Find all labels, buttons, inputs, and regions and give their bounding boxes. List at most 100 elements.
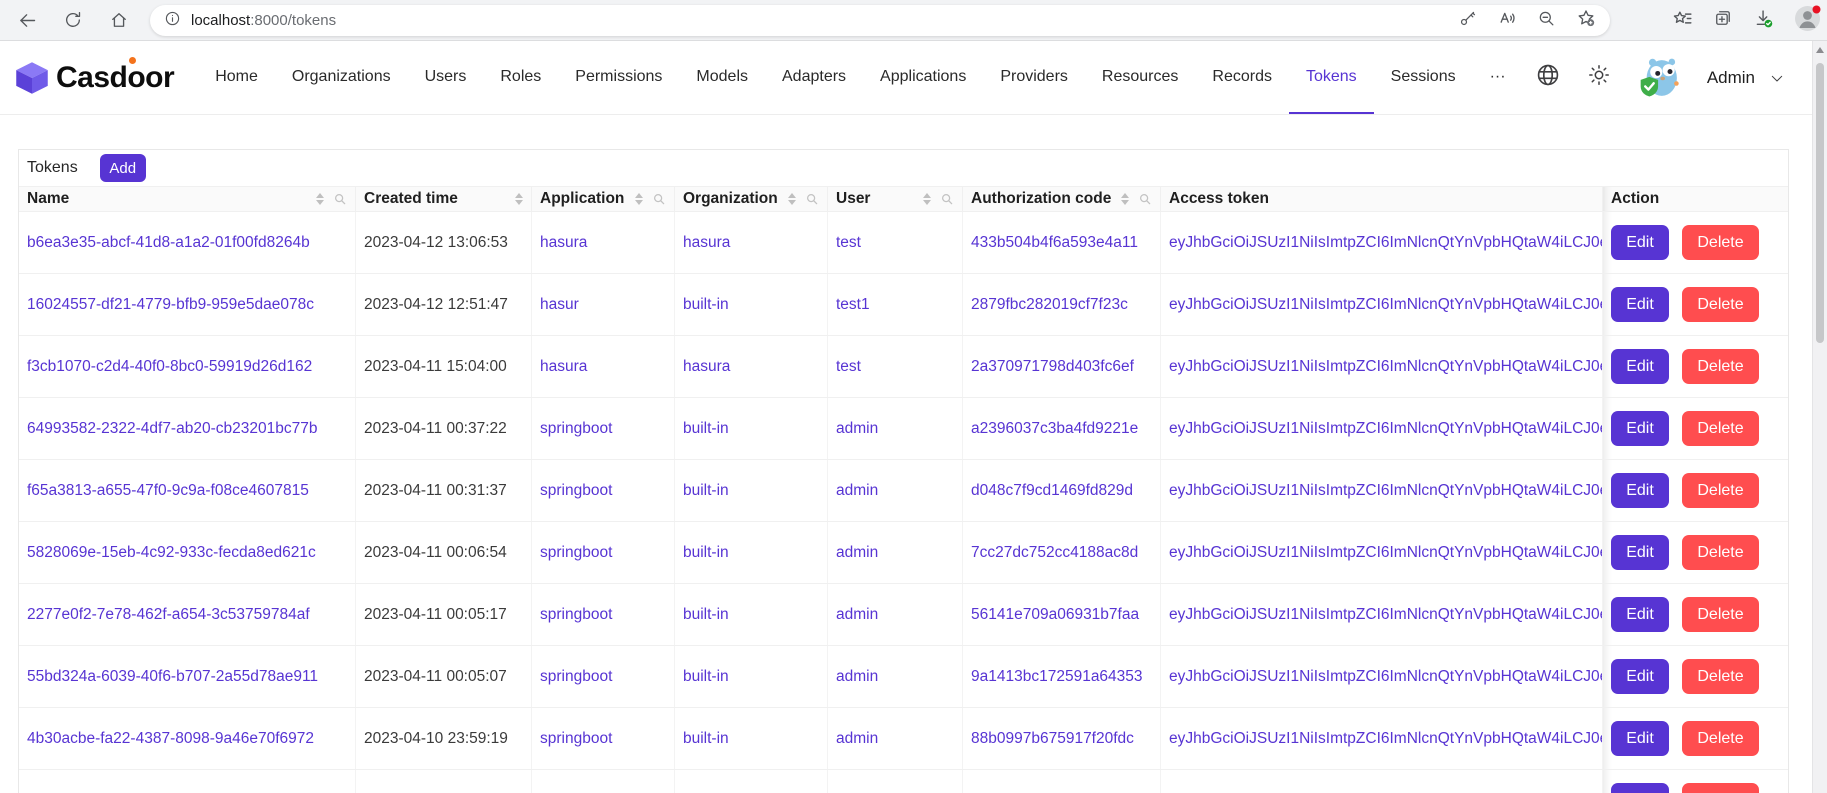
application-link[interactable]: hasura bbox=[540, 358, 587, 376]
application-link[interactable]: springboot bbox=[540, 606, 612, 624]
nav-item-more[interactable]: ··· bbox=[1473, 41, 1523, 114]
delete-button[interactable]: Delete bbox=[1682, 411, 1759, 446]
collections-icon[interactable] bbox=[1713, 8, 1733, 33]
access-token-link[interactable]: eyJhbGciOiJSUzI1NiIsImtpZCI6ImNlcnQtYnVp… bbox=[1169, 668, 1603, 686]
add-button[interactable]: Add bbox=[100, 154, 146, 182]
authorization-code-link[interactable]: d048c7f9cd1469fd829d bbox=[971, 482, 1133, 500]
delete-button[interactable]: Delete bbox=[1682, 659, 1759, 694]
nav-item-applications[interactable]: Applications bbox=[863, 41, 983, 114]
sort-icon[interactable] bbox=[515, 193, 523, 205]
delete-button[interactable]: Delete bbox=[1682, 783, 1759, 793]
edit-button[interactable]: Edit bbox=[1611, 535, 1669, 570]
nav-item-records[interactable]: Records bbox=[1195, 41, 1289, 114]
user-link[interactable]: admin bbox=[836, 606, 878, 624]
sort-icon[interactable] bbox=[316, 193, 324, 205]
delete-button[interactable]: Delete bbox=[1682, 535, 1759, 570]
user-link[interactable]: test1 bbox=[836, 296, 870, 314]
search-icon[interactable] bbox=[652, 192, 666, 206]
nav-item-adapters[interactable]: Adapters bbox=[765, 41, 863, 114]
user-avatar[interactable] bbox=[1637, 56, 1681, 100]
search-icon[interactable] bbox=[1138, 192, 1152, 206]
sort-icon[interactable] bbox=[635, 193, 643, 205]
refresh-icon[interactable] bbox=[58, 5, 88, 35]
application-link[interactable]: springboot bbox=[540, 544, 612, 562]
search-icon[interactable] bbox=[940, 192, 954, 206]
edit-button[interactable]: Edit bbox=[1611, 411, 1669, 446]
edit-button[interactable]: Edit bbox=[1611, 225, 1669, 260]
edit-button[interactable]: Edit bbox=[1611, 597, 1669, 632]
user-link[interactable]: admin bbox=[836, 668, 878, 686]
favorites-bar-icon[interactable] bbox=[1672, 8, 1693, 34]
column-header-user[interactable]: User bbox=[828, 187, 963, 211]
authorization-code-link[interactable]: 9a1413bc172591a64353 bbox=[971, 668, 1143, 686]
application-link[interactable]: hasur bbox=[540, 296, 579, 314]
nav-item-providers[interactable]: Providers bbox=[983, 41, 1085, 114]
delete-button[interactable]: Delete bbox=[1682, 597, 1759, 632]
password-key-icon[interactable] bbox=[1458, 9, 1477, 33]
access-token-link[interactable]: eyJhbGciOiJSUzI1NiIsImtpZCI6ImNlcnQtYnVp… bbox=[1169, 482, 1603, 500]
organization-link[interactable]: built-in bbox=[683, 606, 729, 624]
access-token-link[interactable]: eyJhbGciOiJSUzI1NiIsImtpZCI6ImNlcnQtYnVp… bbox=[1169, 234, 1603, 252]
user-link[interactable]: admin bbox=[836, 730, 878, 748]
nav-item-home[interactable]: Home bbox=[198, 41, 275, 114]
scrollbar-thumb[interactable] bbox=[1816, 63, 1824, 343]
back-icon[interactable] bbox=[12, 5, 42, 35]
nav-item-permissions[interactable]: Permissions bbox=[558, 41, 679, 114]
application-link[interactable]: springboot bbox=[540, 482, 612, 500]
token-name-link[interactable]: f65a3813-a655-47f0-9c9a-f08ce4607815 bbox=[27, 482, 309, 500]
authorization-code-link[interactable]: 433b504b4f6a593e4a11 bbox=[971, 234, 1138, 252]
application-link[interactable]: springboot bbox=[540, 420, 612, 438]
user-link[interactable]: test bbox=[836, 358, 861, 376]
column-header-organization[interactable]: Organization bbox=[675, 187, 828, 211]
organization-link[interactable]: built-in bbox=[683, 482, 729, 500]
access-token-link[interactable]: eyJhbGciOiJSUzI1NiIsImtpZCI6ImNlcnQtYnVp… bbox=[1169, 420, 1603, 438]
nav-item-organizations[interactable]: Organizations bbox=[275, 41, 408, 114]
organization-link[interactable]: hasura bbox=[683, 234, 730, 252]
organization-link[interactable]: built-in bbox=[683, 730, 729, 748]
organization-link[interactable]: hasura bbox=[683, 358, 730, 376]
token-name-link[interactable]: f3cb1070-c2d4-40f0-8bc0-59919d26d162 bbox=[27, 358, 312, 376]
user-link[interactable]: admin bbox=[836, 482, 878, 500]
organization-link[interactable]: built-in bbox=[683, 420, 729, 438]
authorization-code-link[interactable]: 56141e709a06931b7faa bbox=[971, 606, 1139, 624]
search-icon[interactable] bbox=[333, 192, 347, 206]
delete-button[interactable]: Delete bbox=[1682, 721, 1759, 756]
nav-item-sessions[interactable]: Sessions bbox=[1374, 41, 1473, 114]
site-info-icon[interactable] bbox=[164, 10, 181, 32]
organization-link[interactable]: built-in bbox=[683, 296, 729, 314]
user-link[interactable]: admin bbox=[836, 544, 878, 562]
token-name-link[interactable]: 5828069e-15eb-4c92-933c-fecda8ed621c bbox=[27, 544, 316, 562]
token-name-link[interactable]: 4b30acbe-fa22-4387-8098-9a46e70f6972 bbox=[27, 730, 314, 748]
user-link[interactable]: test bbox=[836, 234, 861, 252]
authorization-code-link[interactable]: 2a370971798d403fc6ef bbox=[971, 358, 1134, 376]
sort-icon[interactable] bbox=[788, 193, 796, 205]
token-name-link[interactable]: 64993582-2322-4df7-ab20-cb23201bc77b bbox=[27, 420, 317, 438]
edit-button[interactable]: Edit bbox=[1611, 783, 1669, 793]
edit-button[interactable]: Edit bbox=[1611, 659, 1669, 694]
column-header-name[interactable]: Name bbox=[19, 187, 356, 211]
edit-button[interactable]: Edit bbox=[1611, 349, 1669, 384]
delete-button[interactable]: Delete bbox=[1682, 473, 1759, 508]
token-name-link[interactable]: 2277e0f2-7e78-462f-a654-3c53759784af bbox=[27, 606, 310, 624]
access-token-link[interactable]: eyJhbGciOiJSUzI1NiIsImtpZCI6ImNlcnQtYnVp… bbox=[1169, 296, 1603, 314]
column-header-created-time[interactable]: Created time bbox=[356, 187, 532, 211]
nav-item-resources[interactable]: Resources bbox=[1085, 41, 1195, 114]
application-link[interactable]: hasura bbox=[540, 234, 587, 252]
application-link[interactable]: springboot bbox=[540, 730, 612, 748]
search-icon[interactable] bbox=[805, 192, 819, 206]
edit-button[interactable]: Edit bbox=[1611, 473, 1669, 508]
address-bar[interactable]: localhost:8000/tokens bbox=[150, 5, 1610, 36]
add-favorite-icon[interactable] bbox=[1576, 8, 1596, 33]
scroll-up-icon[interactable] bbox=[1816, 47, 1824, 53]
access-token-link[interactable]: eyJhbGciOiJSUzI1NiIsImtpZCI6ImNlcnQtYnVp… bbox=[1169, 606, 1603, 624]
token-name-link[interactable]: 55bd324a-6039-40f6-b707-2a55d78ae911 bbox=[27, 668, 318, 686]
access-token-link[interactable]: eyJhbGciOiJSUzI1NiIsImtpZCI6ImNlcnQtYnVp… bbox=[1169, 544, 1603, 562]
token-name-link[interactable]: 16024557-df21-4779-bfb9-959e5dae078c bbox=[27, 296, 314, 314]
browser-profile-icon[interactable] bbox=[1794, 5, 1821, 37]
column-header-application[interactable]: Application bbox=[532, 187, 675, 211]
nav-item-models[interactable]: Models bbox=[679, 41, 765, 114]
read-aloud-icon[interactable] bbox=[1497, 8, 1517, 33]
organization-link[interactable]: built-in bbox=[683, 544, 729, 562]
theme-sun-icon[interactable] bbox=[1587, 63, 1611, 92]
authorization-code-link[interactable]: 7cc27dc752cc4188ac8d bbox=[971, 544, 1138, 562]
